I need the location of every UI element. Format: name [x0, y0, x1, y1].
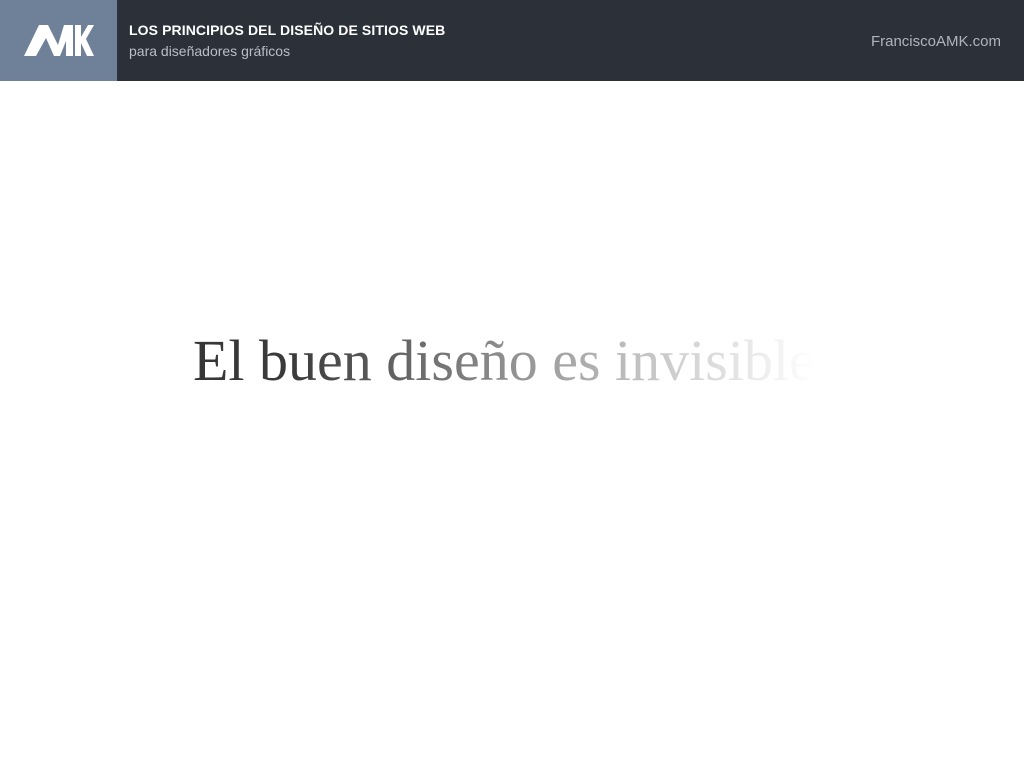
logo[interactable] [0, 0, 117, 81]
header-bar: LOS PRINCIPIOS DEL DISEÑO DE SITIOS WEB … [0, 0, 1024, 81]
site-link[interactable]: FranciscoAMK.com [871, 33, 1001, 50]
course-subtitle: para diseñadores gráficos [129, 43, 291, 59]
course-title: LOS PRINCIPIOS DEL DISEÑO DE SITIOS WEB [129, 22, 446, 38]
amk-logo-icon [24, 25, 94, 56]
slide-headline: El buen diseño es invisible [193, 325, 815, 397]
slide-page: LOS PRINCIPIOS DEL DISEÑO DE SITIOS WEB … [0, 0, 1024, 768]
